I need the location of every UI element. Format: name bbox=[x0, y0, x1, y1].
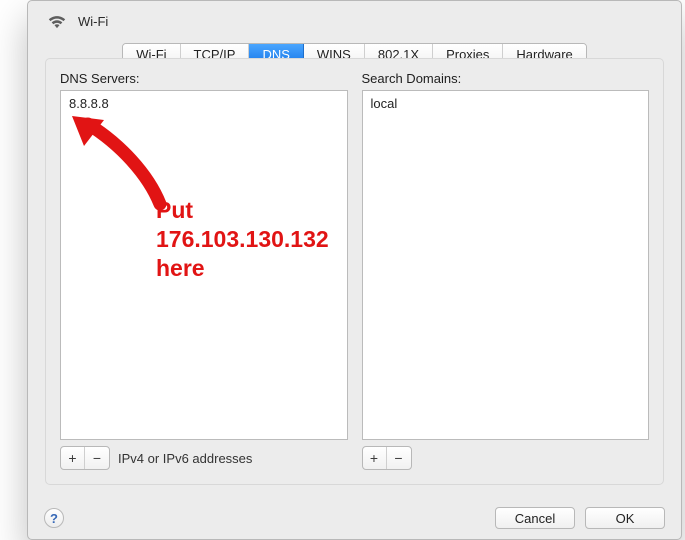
wifi-icon bbox=[46, 13, 68, 29]
dns-servers-label: DNS Servers: bbox=[60, 71, 348, 86]
search-domains-list[interactable]: local bbox=[362, 90, 650, 440]
titlebar: Wi-Fi bbox=[28, 1, 681, 41]
remove-search-domain-button[interactable]: − bbox=[387, 447, 411, 469]
ok-button[interactable]: OK bbox=[585, 507, 665, 529]
dns-hint: IPv4 or IPv6 addresses bbox=[118, 451, 252, 466]
network-advanced-window: Wi-Fi Wi-Fi TCP/IP DNS WINS 802.1X Proxi… bbox=[27, 0, 682, 540]
remove-dns-server-button[interactable]: − bbox=[85, 447, 109, 469]
bottom-bar: ? Cancel OK bbox=[28, 507, 681, 529]
list-item[interactable]: 8.8.8.8 bbox=[67, 95, 341, 112]
list-item[interactable]: local bbox=[369, 95, 643, 112]
search-domains-pm: + − bbox=[362, 446, 412, 470]
search-domains-label: Search Domains: bbox=[362, 71, 650, 86]
help-button[interactable]: ? bbox=[44, 508, 64, 528]
search-domains-column: Search Domains: local + − bbox=[362, 71, 650, 470]
dns-servers-column: DNS Servers: 8.8.8.8 + − IPv4 or IPv6 ad… bbox=[60, 71, 348, 470]
add-search-domain-button[interactable]: + bbox=[363, 447, 387, 469]
dns-panel: DNS Servers: 8.8.8.8 + − IPv4 or IPv6 ad… bbox=[45, 58, 664, 485]
cancel-button[interactable]: Cancel bbox=[495, 507, 575, 529]
dns-servers-list[interactable]: 8.8.8.8 bbox=[60, 90, 348, 440]
dns-servers-pm: + − bbox=[60, 446, 110, 470]
window-title: Wi-Fi bbox=[78, 14, 108, 29]
add-dns-server-button[interactable]: + bbox=[61, 447, 85, 469]
